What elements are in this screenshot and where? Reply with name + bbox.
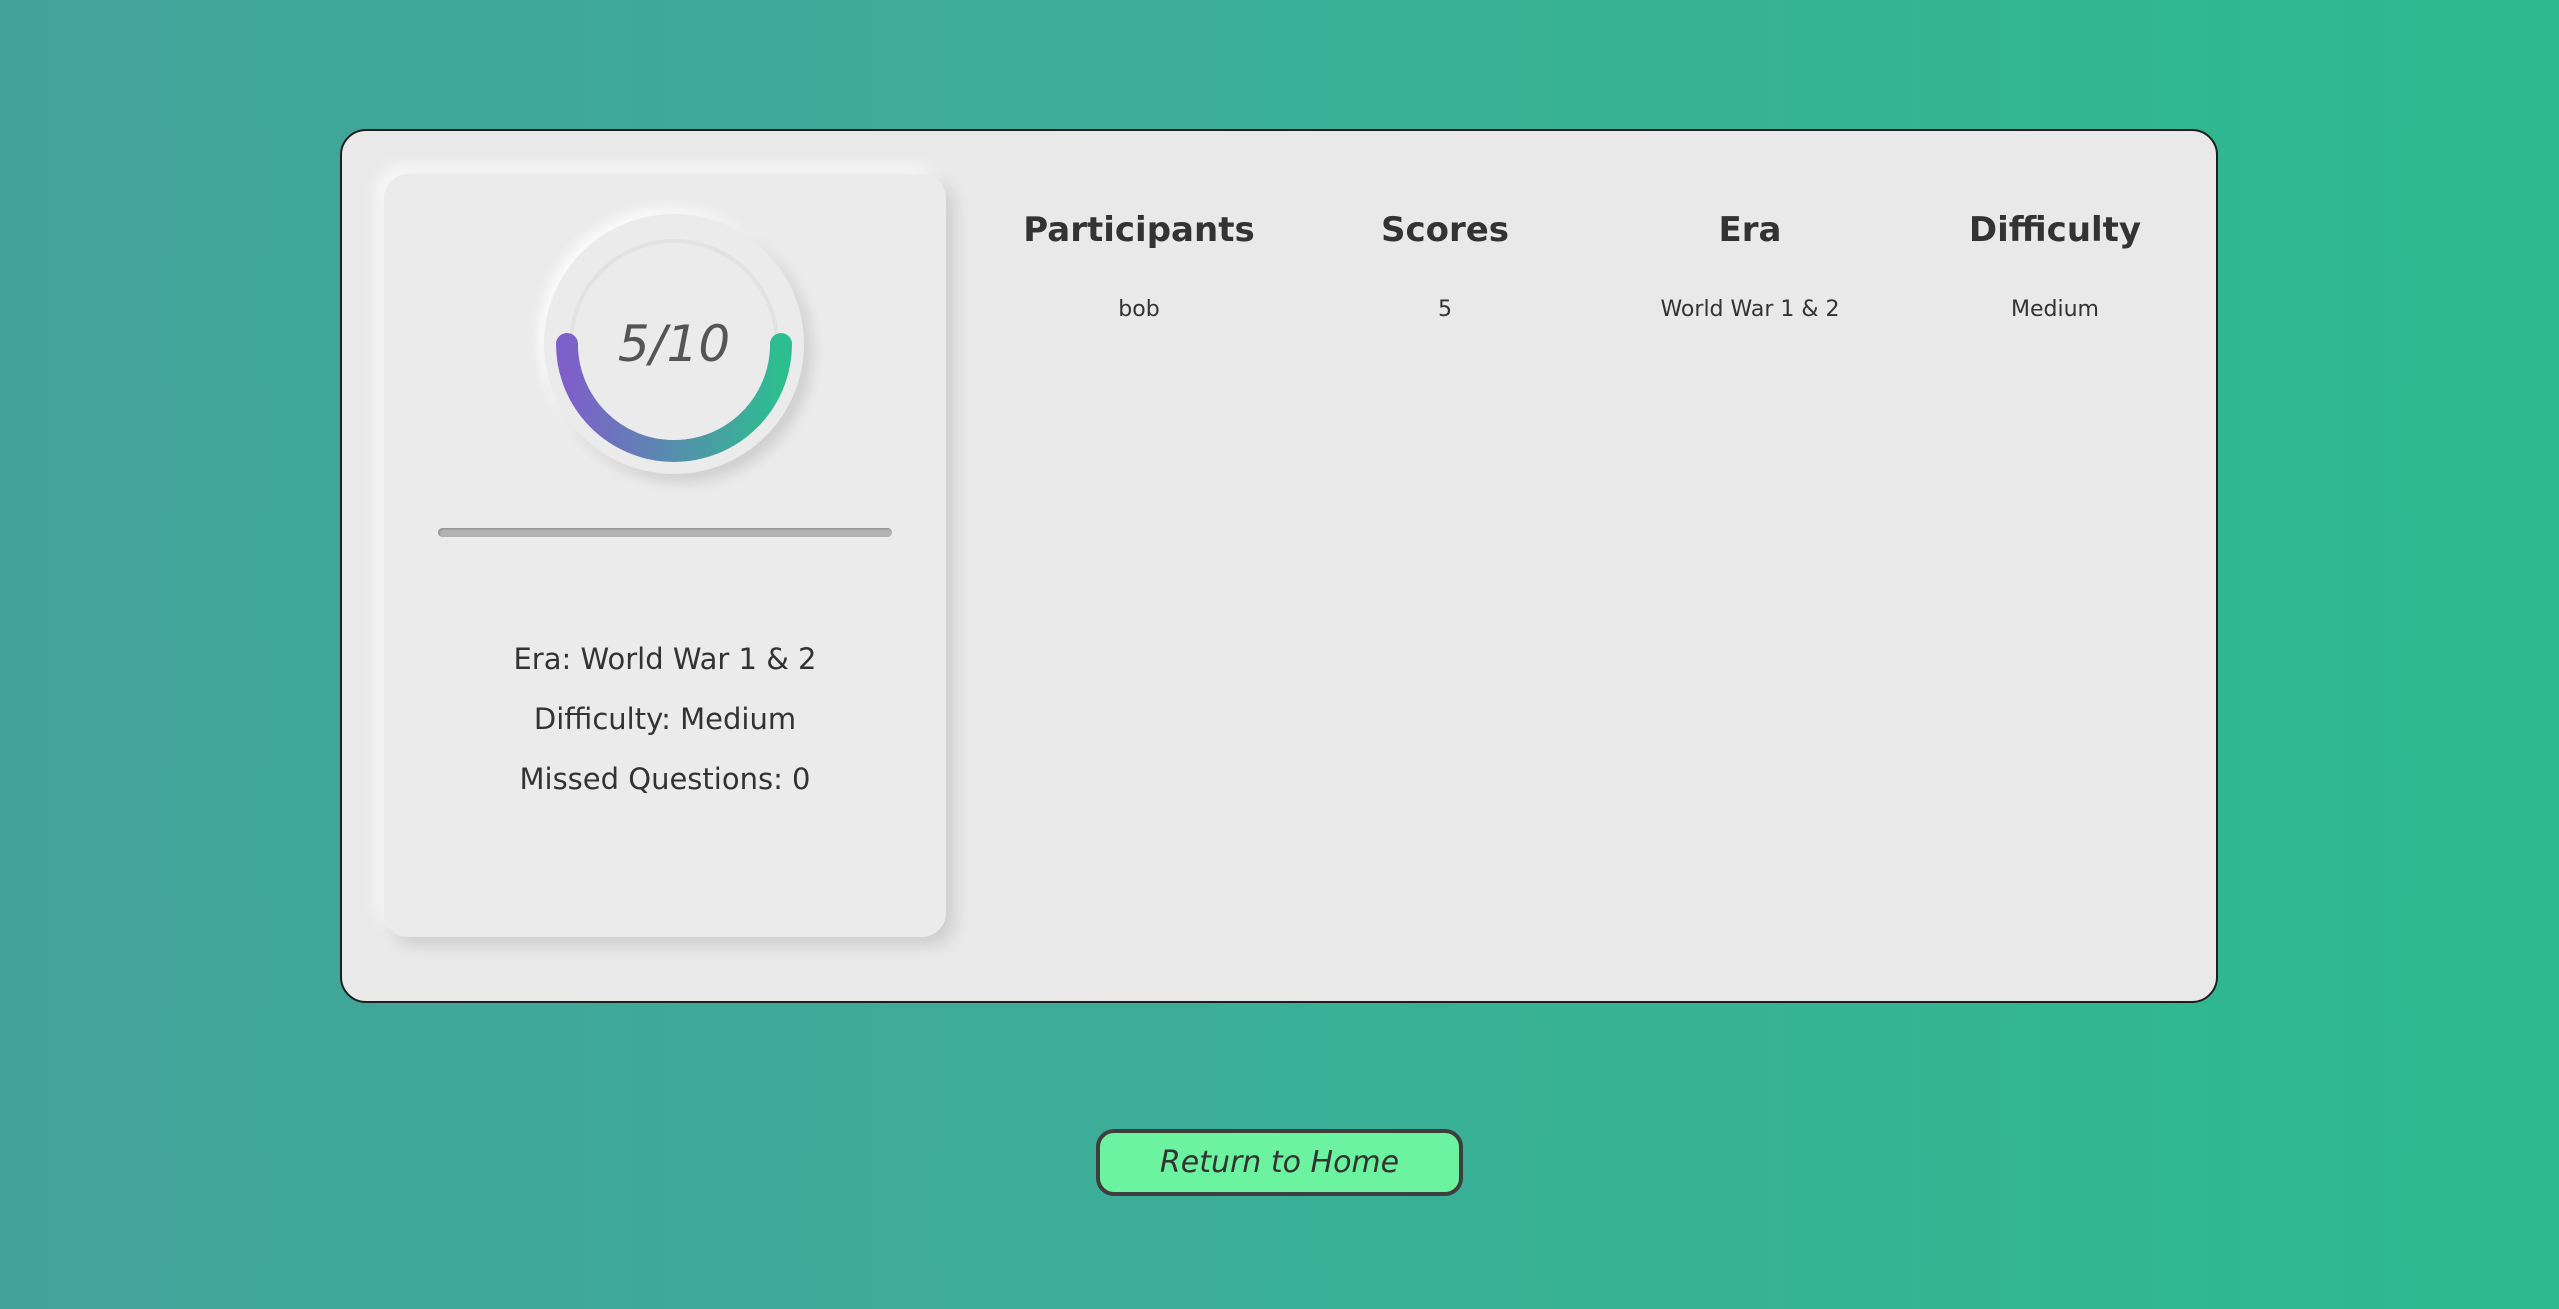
score-card: 5/10 Era: World War 1 & 2 Difficulty: Me…: [384, 174, 946, 937]
difficulty-text: Difficulty: Medium: [533, 702, 797, 736]
header-participants: Participants: [1023, 210, 1255, 250]
era-text: Era: World War 1 & 2: [513, 642, 817, 676]
results-panel: 5/10 Era: World War 1 & 2 Difficulty: Me…: [340, 129, 2218, 1003]
header-era: Era: [1718, 210, 1782, 250]
score-divider-bar: [438, 528, 892, 537]
score-value: 5/10: [617, 315, 731, 373]
cell-score: 5: [1438, 297, 1452, 322]
cell-difficulty: Medium: [2011, 297, 2099, 322]
header-difficulty: Difficulty: [1968, 210, 2142, 250]
missed-questions-text: Missed Questions: 0: [519, 762, 811, 796]
score-ring: 5/10: [544, 214, 804, 474]
return-home-button[interactable]: Return to Home: [1096, 1129, 1463, 1196]
header-scores: Scores: [1380, 210, 1510, 250]
cell-era: World War 1 & 2: [1660, 297, 1840, 322]
cell-participant: bob: [1118, 297, 1160, 322]
